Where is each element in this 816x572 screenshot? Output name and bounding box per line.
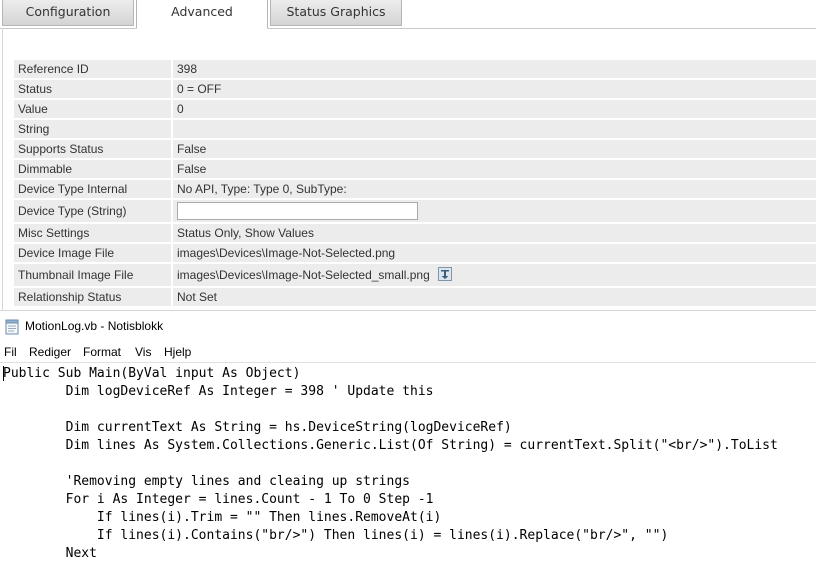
table-row: Supports Status False xyxy=(14,140,816,158)
table-row: Device Image File images\Devices\Image-N… xyxy=(14,244,816,262)
property-label: Device Type (String) xyxy=(14,200,173,222)
table-row: Reference ID 398 xyxy=(14,60,816,78)
code-line: Public Sub Main(ByVal input As Object) xyxy=(3,366,301,381)
property-label: Thumbnail Image File xyxy=(14,264,173,286)
code-line: For i As Integer = lines.Count - 1 To 0 … xyxy=(3,492,434,507)
menu-bar: Fil Rediger Format Vis Hjelp xyxy=(0,342,816,363)
property-value: images\Devices\Image-Not-Selected_small.… xyxy=(177,267,430,282)
table-row: Value 0 xyxy=(14,100,816,118)
tab-status-graphics[interactable]: Status Graphics xyxy=(270,0,402,26)
property-value: 398 xyxy=(173,60,816,78)
property-value: False xyxy=(173,140,816,158)
menu-help[interactable]: Hjelp xyxy=(164,345,191,359)
property-label: Dimmable xyxy=(14,160,173,178)
property-label: Device Image File xyxy=(14,244,173,262)
property-label: Status xyxy=(14,80,173,98)
table-row: String xyxy=(14,120,816,138)
table-row: Dimmable False xyxy=(14,160,816,178)
tab-advanced[interactable]: Advanced xyxy=(136,0,268,29)
property-label: Device Type Internal xyxy=(14,180,173,198)
table-row: Device Type Internal No API, Type: Type … xyxy=(14,180,816,198)
code-line: If lines(i).Contains("br/>") Then lines(… xyxy=(3,528,669,543)
notepad-window: MotionLog.vb - Notisblokk Fil Rediger Fo… xyxy=(0,310,816,572)
menu-file[interactable]: Fil xyxy=(4,345,17,359)
table-row: Misc Settings Status Only, Show Values xyxy=(14,224,816,242)
device-properties-panel: Configuration Status Graphics Advanced R… xyxy=(0,0,816,310)
code-line: 'Removing empty lines and cleaing up str… xyxy=(3,474,410,489)
property-value: 0 xyxy=(173,100,816,118)
code-line: Dim currentText As String = hs.DeviceStr… xyxy=(3,420,512,435)
menu-view[interactable]: Vis xyxy=(135,345,151,359)
property-label: Value xyxy=(14,100,173,118)
table-row: Device Type (String) xyxy=(14,200,816,222)
tab-configuration[interactable]: Configuration xyxy=(2,0,134,26)
notepad-titlebar[interactable]: MotionLog.vb - Notisblokk xyxy=(0,311,816,342)
property-value xyxy=(173,120,816,138)
device-type-string-input[interactable] xyxy=(177,202,418,220)
properties-table: Reference ID 398 Status 0 = OFF Value 0 … xyxy=(14,58,816,308)
property-value: Status Only, Show Values xyxy=(173,224,816,242)
property-value-cell: images\Devices\Image-Not-Selected_small.… xyxy=(173,264,816,286)
window-title: MotionLog.vb - Notisblokk xyxy=(25,319,164,333)
menu-format[interactable]: Format xyxy=(83,345,121,359)
table-row: Relationship Status Not Set xyxy=(14,288,816,306)
property-label: Reference ID xyxy=(14,60,173,78)
code-line: Dim lines As System.Collections.Generic.… xyxy=(3,438,778,453)
table-row: Thumbnail Image File images\Devices\Imag… xyxy=(14,264,816,286)
property-label: Misc Settings xyxy=(14,224,173,242)
code-line: Dim logDeviceRef As Integer = 398 ' Upda… xyxy=(3,384,434,399)
property-value: images\Devices\Image-Not-Selected.png xyxy=(173,244,816,262)
property-value: No API, Type: Type 0, SubType: xyxy=(173,180,816,198)
property-label: String xyxy=(14,120,173,138)
property-value: Not Set xyxy=(173,288,816,306)
property-value: False xyxy=(173,160,816,178)
property-label: Supports Status xyxy=(14,140,173,158)
property-label: Relationship Status xyxy=(14,288,173,306)
tab-bar: Configuration Status Graphics Advanced xyxy=(0,0,816,29)
notepad-app-icon xyxy=(5,319,19,335)
code-line: If lines(i).Trim = "" Then lines.RemoveA… xyxy=(3,510,442,525)
thumbnail-image-icon[interactable] xyxy=(437,267,452,282)
text-editor-area[interactable]: Public Sub Main(ByVal input As Object) D… xyxy=(0,363,816,572)
property-value: 0 = OFF xyxy=(173,80,816,98)
menu-edit[interactable]: Rediger xyxy=(29,345,71,359)
advanced-properties-area: Reference ID 398 Status 0 = OFF Value 0 … xyxy=(2,28,816,310)
text-caret xyxy=(3,366,4,381)
property-value xyxy=(173,200,816,222)
table-row: Status 0 = OFF xyxy=(14,80,816,98)
code-line: Next xyxy=(3,546,97,561)
